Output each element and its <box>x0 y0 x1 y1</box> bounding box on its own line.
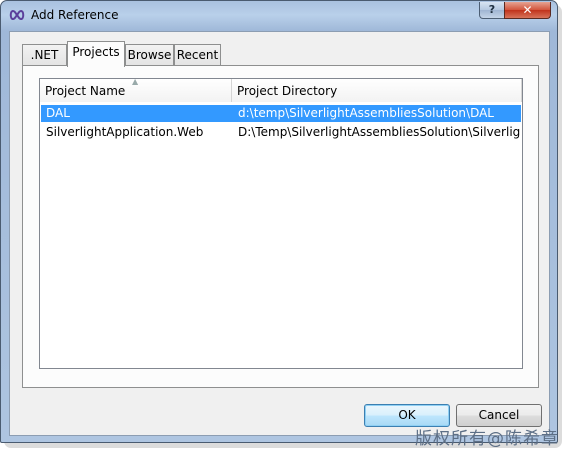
list-item[interactable]: SilverlightApplication.Web D:\Temp\Silve… <box>41 124 521 141</box>
help-button[interactable]: ? <box>479 2 505 19</box>
column-header-project-name[interactable]: ▲ Project Name <box>40 77 232 102</box>
window-title: Add Reference <box>31 8 119 22</box>
project-name: SilverlightApplication.Web <box>46 125 204 139</box>
visual-studio-infinity-icon <box>9 10 25 20</box>
column-header-project-directory[interactable]: Project Directory <box>232 79 522 102</box>
close-icon: ✕ <box>522 3 533 17</box>
sort-ascending-icon: ▲ <box>132 77 139 86</box>
tab-recent[interactable]: Recent <box>174 44 221 66</box>
column-header-label: Project Directory <box>237 84 338 98</box>
list-item[interactable]: DAL d:\temp\SilverlightAssembliesSolutio… <box>41 105 521 122</box>
close-button[interactable]: ✕ <box>504 2 551 19</box>
projects-tab-panel: ▲ Project Name Project Directory DAL d:\… <box>22 65 539 388</box>
column-header-label: Project Name <box>45 84 126 98</box>
tab-projects[interactable]: Projects <box>67 41 125 67</box>
tab-browse[interactable]: Browse <box>125 44 174 66</box>
dialog-client-area: .NET Projects Browse Recent ▲ Project Na… <box>9 31 550 436</box>
add-reference-dialog: Add Reference ? ✕ .NET Projects Browse R… <box>0 0 558 443</box>
watermark-text: 版权所有@陈希章 <box>415 429 559 449</box>
tab-dotnet[interactable]: .NET <box>22 44 67 66</box>
project-directory: D:\Temp\SilverlightAssembliesSolution\Si… <box>238 125 520 139</box>
projects-list[interactable]: ▲ Project Name Project Directory DAL d:\… <box>39 77 523 369</box>
project-directory: d:\temp\SilverlightAssembliesSolution\DA… <box>238 106 494 120</box>
project-name: DAL <box>46 106 70 120</box>
